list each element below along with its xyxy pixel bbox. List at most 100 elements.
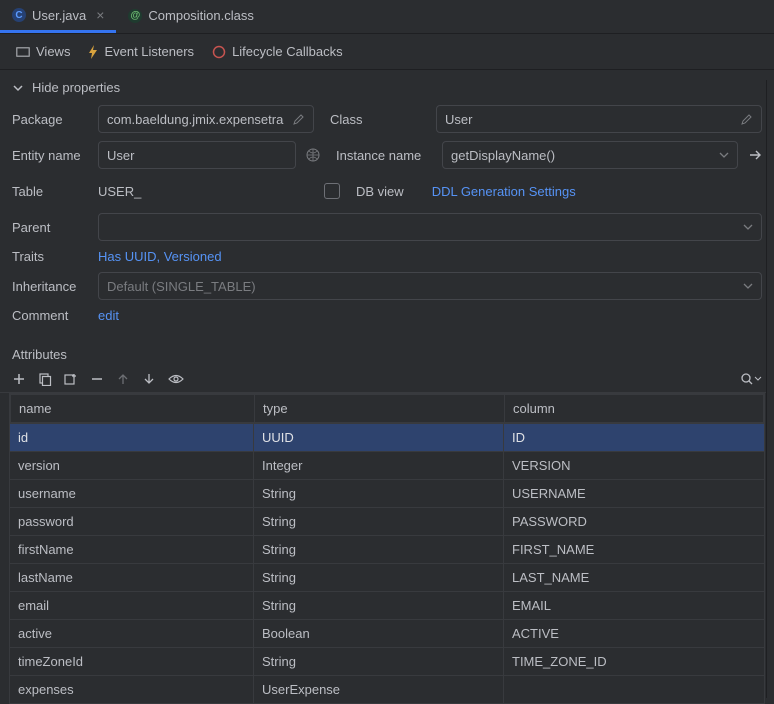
cell-column: TIME_ZONE_ID <box>504 648 764 675</box>
field-value: Default (SINGLE_TABLE) <box>107 279 256 294</box>
cell-column: VERSION <box>504 452 764 479</box>
cell-name: password <box>10 508 254 535</box>
label-package: Package <box>12 112 88 127</box>
attributes-toolbar <box>0 366 774 393</box>
remove-icon[interactable] <box>90 372 104 386</box>
table-row[interactable]: usernameStringUSERNAME <box>10 479 764 507</box>
java-class-icon: C <box>12 8 26 22</box>
inheritance-field[interactable]: Default (SINGLE_TABLE) <box>98 272 762 300</box>
cell-name: firstName <box>10 536 254 563</box>
label-traits: Traits <box>12 249 88 264</box>
cell-type: Boolean <box>254 620 504 647</box>
table-row[interactable]: activeBooleanACTIVE <box>10 619 764 647</box>
tab-label: User.java <box>32 8 86 23</box>
table-body: idUUIDIDversionIntegerVERSIONusernameStr… <box>10 423 764 703</box>
field-value: User <box>445 112 472 127</box>
class-field[interactable]: User <box>436 105 762 133</box>
label-inheritance: Inheritance <box>12 279 88 294</box>
table-row[interactable]: firstNameStringFIRST_NAME <box>10 535 764 563</box>
label-table: Table <box>12 184 88 199</box>
arrow-right-icon[interactable] <box>748 148 762 162</box>
label-parent: Parent <box>12 220 88 235</box>
field-value: USER_ <box>98 184 141 199</box>
lightning-icon <box>88 45 98 59</box>
move-down-icon[interactable] <box>142 372 156 386</box>
eye-icon[interactable] <box>168 372 184 386</box>
cell-column: FIRST_NAME <box>504 536 764 563</box>
label-db-view: DB view <box>356 184 404 199</box>
table-header: name type column <box>10 394 764 423</box>
col-header-name[interactable]: name <box>11 395 255 422</box>
subtab-label: Views <box>36 44 70 59</box>
cell-name: id <box>10 424 254 451</box>
tab-label: Composition.class <box>148 8 254 23</box>
cell-column: ID <box>504 424 764 451</box>
entity-name-field[interactable]: User <box>98 141 296 169</box>
subtab-views[interactable]: Views <box>16 44 70 59</box>
cell-column <box>504 676 764 703</box>
views-icon <box>16 46 30 58</box>
add-attribute-icon[interactable] <box>64 372 78 386</box>
search-icon[interactable] <box>740 372 754 386</box>
entity-form: Package com.baeldung.jmix.expensetra Cla… <box>0 105 774 341</box>
cell-column: USERNAME <box>504 480 764 507</box>
copy-icon[interactable] <box>38 372 52 386</box>
cell-type: String <box>254 480 504 507</box>
editor-tabs: C User.java × @ Composition.class <box>0 0 774 34</box>
parent-field[interactable] <box>98 213 762 241</box>
hide-properties-toggle[interactable]: Hide properties <box>0 70 774 105</box>
cell-name: version <box>10 452 254 479</box>
package-field[interactable]: com.baeldung.jmix.expensetra <box>98 105 314 133</box>
attributes-table: name type column idUUIDIDversionIntegerV… <box>9 393 765 704</box>
close-icon[interactable]: × <box>96 7 104 23</box>
tab-user-java[interactable]: C User.java × <box>0 0 116 33</box>
table-row[interactable]: emailStringEMAIL <box>10 591 764 619</box>
table-row[interactable]: versionIntegerVERSION <box>10 451 764 479</box>
cell-column: ACTIVE <box>504 620 764 647</box>
table-row[interactable]: idUUIDID <box>10 423 764 451</box>
chevron-down-icon[interactable] <box>743 281 753 291</box>
cell-name: timeZoneId <box>10 648 254 675</box>
subtab-lifecycle[interactable]: Lifecycle Callbacks <box>212 44 343 59</box>
field-value: com.baeldung.jmix.expensetra <box>107 112 283 127</box>
subtab-event-listeners[interactable]: Event Listeners <box>88 44 194 59</box>
comment-edit-link[interactable]: edit <box>98 308 119 323</box>
globe-icon[interactable] <box>306 148 320 162</box>
subtab-label: Event Listeners <box>104 44 194 59</box>
sub-tab-bar: Views Event Listeners Lifecycle Callback… <box>0 34 774 70</box>
col-header-column[interactable]: column <box>505 395 763 422</box>
chevron-down-icon[interactable] <box>743 222 753 232</box>
cell-name: email <box>10 592 254 619</box>
pencil-icon[interactable] <box>293 113 305 125</box>
attributes-title: Attributes <box>0 341 774 366</box>
annotation-icon: @ <box>128 9 142 23</box>
table-row[interactable]: expensesUserExpense <box>10 675 764 703</box>
lifecycle-icon <box>212 45 226 59</box>
db-view-checkbox[interactable] <box>324 183 340 199</box>
cell-name: lastName <box>10 564 254 591</box>
instance-name-field[interactable]: getDisplayName() <box>442 141 738 169</box>
table-row[interactable]: lastNameStringLAST_NAME <box>10 563 764 591</box>
cell-type: Integer <box>254 452 504 479</box>
add-icon[interactable] <box>12 372 26 386</box>
move-up-icon[interactable] <box>116 372 130 386</box>
cell-type: String <box>254 564 504 591</box>
cell-name: active <box>10 620 254 647</box>
traits-link[interactable]: Has UUID, Versioned <box>98 249 222 264</box>
table-row[interactable]: passwordStringPASSWORD <box>10 507 764 535</box>
field-value: User <box>107 148 134 163</box>
col-header-type[interactable]: type <box>255 395 505 422</box>
chevron-down-icon <box>12 82 24 94</box>
right-tool-pane <box>766 80 774 698</box>
ddl-settings-link[interactable]: DDL Generation Settings <box>432 184 576 199</box>
cell-name: expenses <box>10 676 254 703</box>
label-instance-name: Instance name <box>336 148 426 163</box>
pencil-icon[interactable] <box>741 113 753 125</box>
cell-type: String <box>254 508 504 535</box>
cell-type: String <box>254 648 504 675</box>
chevron-down-icon[interactable] <box>754 375 762 383</box>
chevron-down-icon[interactable] <box>719 150 729 160</box>
tab-composition-class[interactable]: @ Composition.class <box>116 0 266 33</box>
label-class: Class <box>330 112 420 127</box>
table-row[interactable]: timeZoneIdStringTIME_ZONE_ID <box>10 647 764 675</box>
